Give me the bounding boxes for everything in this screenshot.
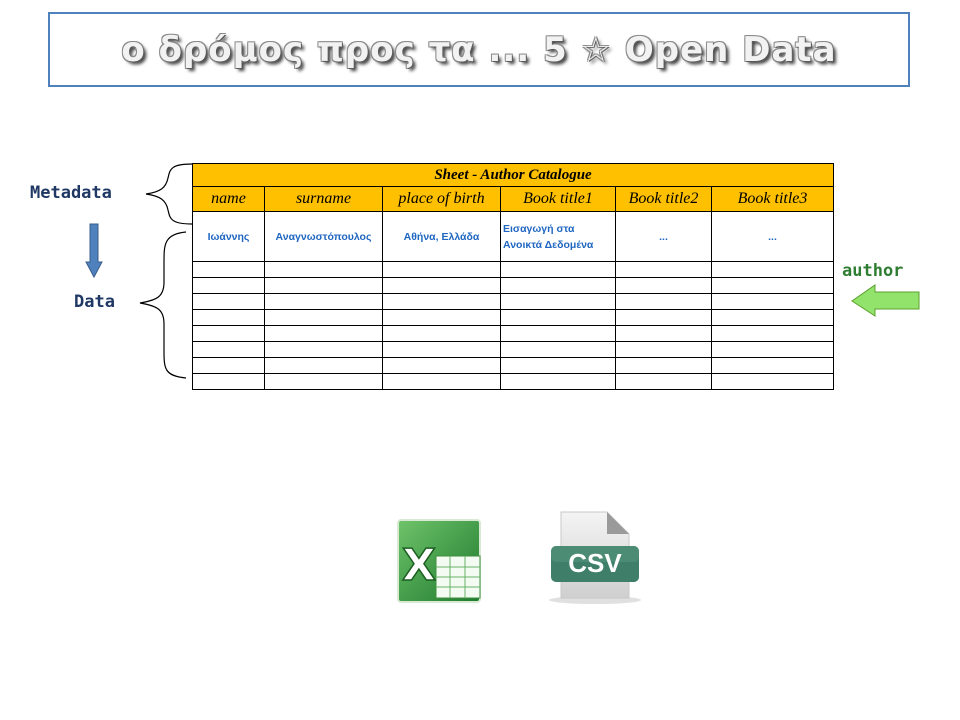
table-cell: Ιωάννης — [192, 211, 265, 262]
table-row — [192, 325, 835, 342]
table-cell: Αθήνα, Ελλάδα — [382, 211, 501, 262]
table-row — [192, 341, 835, 358]
table-row — [192, 261, 835, 278]
metadata-brace — [145, 163, 193, 225]
down-arrow-icon — [85, 223, 103, 279]
column-header: Book title2 — [615, 186, 712, 212]
table-title: Sheet - Author Catalogue — [191, 163, 835, 187]
table-cell: Εισαγωγή στα Ανοικτά Δεδομένα — [500, 211, 616, 262]
table-row — [192, 373, 835, 390]
column-header: surname — [264, 186, 383, 212]
table-row — [192, 277, 835, 294]
table-row — [192, 293, 835, 310]
csv-label: CSV — [568, 548, 622, 578]
table-row — [192, 357, 835, 374]
svg-text:X: X — [402, 540, 436, 591]
column-header: Book title1 — [500, 186, 616, 212]
table-title-row: Sheet - Author Catalogue — [191, 163, 835, 187]
table-row — [192, 309, 835, 326]
table-cell: Αναγνωστόπουλος — [264, 211, 383, 262]
excel-icon: X — [397, 519, 481, 603]
left-arrow-icon — [851, 284, 920, 317]
table-cell: ... — [615, 211, 712, 262]
column-header: Book title3 — [710, 186, 835, 212]
table-row: Ιωάννης Αναγνωστόπουλος Αθήνα, Ελλάδα Ει… — [192, 211, 835, 262]
data-brace — [139, 231, 187, 379]
author-catalogue-table: Sheet - Author Catalogue name surname pl… — [191, 163, 835, 390]
column-header: name — [192, 186, 265, 212]
csv-icon: CSV — [545, 510, 645, 606]
column-header: place of birth — [382, 186, 501, 212]
table-cell: ... — [710, 211, 835, 262]
table-header-row: name surname place of birth Book title1 … — [192, 186, 835, 212]
